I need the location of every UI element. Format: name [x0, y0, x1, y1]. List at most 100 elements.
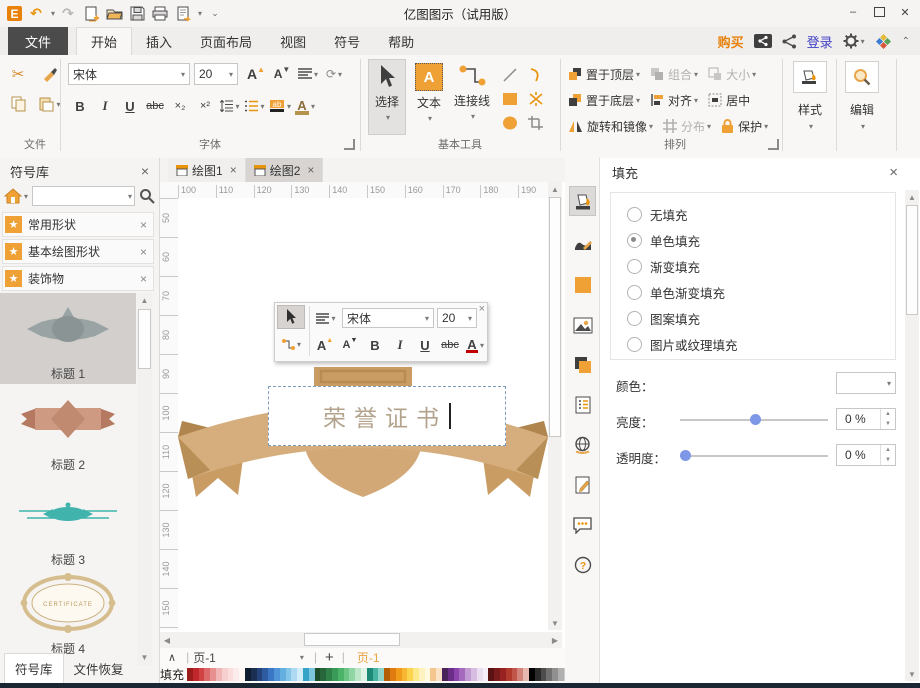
tab-home[interactable]: 开始 [76, 27, 132, 56]
cut-icon[interactable]: ✂ [6, 63, 30, 85]
fill-option[interactable]: 单色渐变填充 [627, 279, 895, 305]
symbol-item-title4[interactable]: CERTIFICATE 标题 4 [0, 566, 136, 657]
fill-option[interactable]: 渐变填充 [627, 253, 895, 279]
new-file-button[interactable] [81, 4, 101, 24]
library-home-button[interactable]: ▾ [4, 188, 28, 204]
save-button[interactable] [127, 4, 147, 24]
symbols-panel-close-icon[interactable]: × [141, 163, 149, 179]
shape-text[interactable]: 荣誉证书 [323, 399, 447, 433]
export-button[interactable] [173, 4, 193, 24]
minimize-button[interactable]: – [840, 1, 866, 23]
section-basic-drawing-shapes[interactable]: ★ 基本绘图形状 × [2, 239, 154, 264]
add-page-button[interactable]: + [325, 649, 334, 666]
page-select-dropdown-icon[interactable]: ▾ [300, 653, 304, 662]
drawing-page[interactable]: 荣誉证书 ▾ ▾ [178, 198, 548, 630]
section-close-icon[interactable]: × [140, 245, 147, 259]
group-button[interactable]: 组合▾ [650, 63, 698, 85]
bullet-list-button[interactable]: ▾ [243, 95, 267, 117]
line-style-icon[interactable] [569, 230, 596, 260]
tab-file[interactable]: 文件 [8, 27, 68, 55]
text-rotate-button[interactable]: ⟳▾ [322, 63, 346, 85]
login-button[interactable]: 登录 [807, 32, 833, 51]
note-icon[interactable] [569, 390, 596, 420]
line-tool-icon[interactable] [502, 67, 518, 83]
center-button[interactable]: 居中 [708, 89, 750, 111]
canvas-h-scrollbar[interactable]: ◀ ▶ [160, 632, 562, 648]
scrollbar-thumb[interactable] [138, 309, 151, 369]
brightness-slider[interactable] [680, 419, 828, 421]
tab-help[interactable]: 帮助 [374, 27, 428, 55]
grow-font-button[interactable]: A▲ [244, 63, 268, 85]
tab-view[interactable]: 视图 [266, 27, 320, 55]
subscript-button[interactable]: ×₂ [168, 95, 192, 117]
scrollbar-thumb[interactable] [549, 197, 561, 437]
spin-down-icon[interactable]: ▼ [881, 419, 895, 429]
bottom-tab-file-recovery[interactable]: 文件恢复 [64, 653, 134, 683]
rectangle-tool-icon[interactable] [502, 92, 518, 106]
tab-symbols[interactable]: 符号 [320, 27, 374, 55]
scroll-left-icon[interactable]: ◀ [160, 632, 174, 648]
undo-dropdown-icon[interactable]: ▾ [51, 9, 55, 18]
align-button[interactable]: 对齐▾ [650, 89, 698, 111]
arc-tool-icon[interactable] [528, 67, 542, 83]
doc-tab-drawing1[interactable]: 绘图1× [168, 158, 246, 182]
font-family-select[interactable]: 宋体▾ [68, 63, 190, 85]
ellipse-tool-icon[interactable] [502, 116, 518, 130]
scroll-right-icon[interactable]: ▶ [548, 632, 562, 648]
font-dialog-launcher-icon[interactable] [344, 139, 355, 150]
style-button[interactable]: 样式 ▾ [790, 59, 830, 135]
paste-icon[interactable]: ▾ [38, 93, 62, 115]
tab-insert[interactable]: 插入 [132, 27, 186, 55]
page-select[interactable]: 页-1 [193, 649, 216, 666]
superscript-button[interactable]: ×² [193, 95, 217, 117]
fill-option[interactable]: 图片或纹理填充 [627, 331, 895, 357]
hyperlink-globe-icon[interactable] [569, 430, 596, 460]
search-dropdown-icon[interactable]: ▾ [128, 192, 132, 201]
arrange-dialog-launcher-icon[interactable] [768, 139, 779, 150]
bottom-tab-symbols[interactable]: 符号库 [4, 653, 64, 684]
scroll-up-icon[interactable]: ▲ [137, 293, 152, 308]
mini-shrink-font-button[interactable]: A▼ [338, 333, 362, 357]
brightness-spinner[interactable]: 0 % ▲▼ [836, 408, 896, 430]
share-folder-icon[interactable] [754, 33, 772, 49]
redo-button[interactable]: ↷ [58, 4, 78, 24]
strikethrough-button[interactable]: abc [143, 95, 167, 117]
spin-up-icon[interactable]: ▲ [881, 409, 895, 419]
share-icon[interactable] [782, 34, 797, 49]
highlight-color-button[interactable]: ab▾ [268, 95, 292, 117]
mini-grow-font-button[interactable]: A▲ [313, 333, 337, 357]
close-window-button[interactable]: ✕ [892, 1, 918, 23]
symbol-item-title2[interactable]: 标题 2 [0, 384, 136, 475]
maximize-button[interactable] [866, 1, 892, 23]
scroll-down-icon[interactable]: ▼ [137, 650, 152, 665]
section-common-shapes[interactable]: ★ 常用形状 × [2, 212, 154, 237]
transparency-slider-thumb[interactable] [680, 450, 691, 461]
mini-strike-button[interactable]: abc [438, 333, 462, 357]
line-spacing-button[interactable]: ▾ [218, 95, 242, 117]
rotate-mirror-button[interactable]: 旋转和镜像▾ [568, 115, 653, 137]
brightness-slider-thumb[interactable] [750, 414, 761, 425]
shrink-font-button[interactable]: A▼ [270, 63, 294, 85]
settings-gear-icon[interactable]: ▾ [843, 33, 865, 49]
help-icon[interactable]: ? [569, 550, 596, 580]
page-tab-active[interactable]: 页-1 [357, 649, 380, 666]
mini-font-family-select[interactable]: 宋体▾ [342, 308, 434, 328]
transparency-slider[interactable] [680, 455, 828, 457]
section-decorations[interactable]: ★ 装饰物 × [2, 266, 154, 291]
fill-color-select[interactable]: ▾ [836, 372, 896, 394]
crop-tool-icon[interactable] [528, 116, 544, 130]
canvas-v-scrollbar[interactable]: ▲ ▼ [548, 182, 562, 630]
symbol-item-title3[interactable]: 标题 3 [0, 475, 136, 566]
copy-icon[interactable] [6, 93, 30, 115]
italic-button[interactable]: I [93, 95, 117, 117]
mini-toolbar-close-icon[interactable]: × [479, 303, 485, 315]
mini-connector-button[interactable]: ▾ [277, 332, 305, 356]
format-painter-icon[interactable] [38, 63, 62, 85]
fill-option[interactable]: 单色填充 [627, 227, 895, 253]
fill-panel-close-icon[interactable]: × [889, 164, 898, 181]
doc-tab-drawing2[interactable]: 绘图2× [246, 158, 324, 182]
undo-button[interactable]: ↶ [26, 4, 46, 24]
scrollbar-thumb[interactable] [906, 205, 918, 315]
transparency-spinner[interactable]: 0 % ▲▼ [836, 444, 896, 466]
open-file-button[interactable] [104, 4, 124, 24]
